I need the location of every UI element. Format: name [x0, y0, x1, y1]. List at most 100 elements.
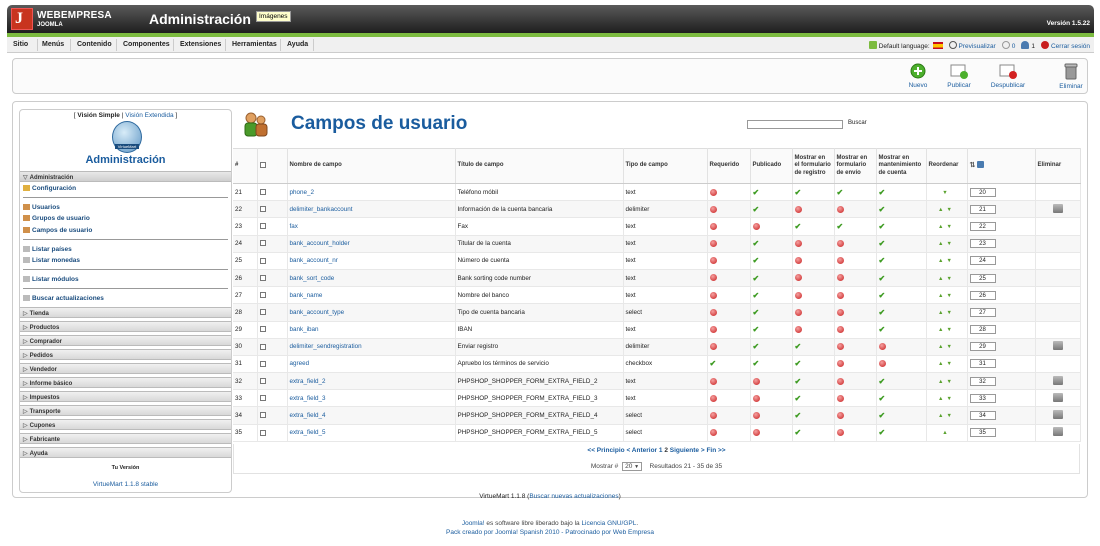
col-show-account[interactable]: Mostrar en mantenimiento de cuenta — [876, 148, 927, 184]
search-button[interactable]: Buscar — [848, 120, 867, 126]
menu-help[interactable]: Ayuda — [287, 41, 308, 48]
sidebar-section-vendor[interactable]: ▷ Vendedor — [20, 363, 231, 374]
account-toggle[interactable]: ✔ — [876, 235, 927, 253]
cross-icon[interactable] — [709, 205, 717, 213]
check-icon[interactable]: ✔ — [795, 411, 802, 420]
row-checkbox[interactable] — [259, 292, 266, 299]
account-toggle[interactable]: ✔ — [876, 217, 927, 236]
register-toggle[interactable]: ✔ — [792, 406, 835, 425]
shipping-toggle[interactable]: ✔ — [834, 183, 877, 202]
account-toggle[interactable]: ✔ — [876, 424, 927, 442]
next-page-link[interactable]: Siguiente > — [670, 447, 705, 454]
unpublish-button[interactable]: Despublicar — [988, 63, 1028, 91]
order-input[interactable]: 27 — [969, 307, 996, 317]
col-show-shipping[interactable]: Mostrar en formulario de envío — [834, 148, 877, 184]
cross-icon[interactable] — [709, 411, 717, 419]
sidebar-section-store[interactable]: ▷ Tienda — [20, 307, 231, 318]
published-toggle[interactable]: ✔ — [750, 338, 793, 356]
sidebar-item-users[interactable]: Usuarios — [23, 204, 60, 211]
check-icon[interactable]: ✔ — [710, 359, 717, 368]
sidebar-section-admin[interactable]: ▽ Administración — [20, 171, 231, 182]
trash-icon[interactable] — [1052, 410, 1063, 420]
limit-select[interactable]: 20 ▼ — [622, 462, 643, 471]
move-down-icon[interactable]: ▼ — [947, 413, 952, 419]
trash-icon[interactable] — [1052, 392, 1063, 402]
register-toggle[interactable] — [792, 269, 835, 288]
menu-components[interactable]: Componentes — [123, 41, 170, 48]
published-toggle[interactable]: ✔ — [750, 303, 793, 322]
move-down-icon[interactable]: ▼ — [947, 396, 952, 402]
shipping-toggle[interactable] — [834, 372, 877, 391]
check-icon[interactable]: ✔ — [879, 377, 886, 386]
cross-icon[interactable] — [836, 360, 844, 368]
sidebar-section-coupons[interactable]: ▷ Cupones — [20, 419, 231, 430]
field-name-link[interactable]: extra_field_3 — [290, 395, 326, 402]
col-field-type[interactable]: Tipo de campo — [623, 148, 708, 184]
shipping-toggle[interactable] — [834, 269, 877, 288]
shipping-toggle[interactable] — [834, 389, 877, 408]
sort-icon[interactable]: ⇅ — [970, 162, 976, 169]
check-icon[interactable]: ✔ — [795, 222, 802, 231]
sidebar-section-orders[interactable]: ▷ Pedidos — [20, 349, 231, 360]
shipping-toggle[interactable] — [834, 200, 877, 219]
move-down-icon[interactable]: ▼ — [947, 310, 952, 316]
publish-button[interactable]: Publicar — [939, 63, 979, 91]
cross-icon[interactable] — [709, 326, 717, 333]
trash-icon[interactable] — [1052, 375, 1063, 385]
cross-icon[interactable] — [794, 274, 802, 282]
check-icon[interactable]: ✔ — [879, 222, 886, 231]
required-toggle[interactable] — [707, 183, 751, 202]
spain-flag-icon[interactable] — [932, 41, 943, 49]
move-down-icon[interactable]: ▼ — [947, 224, 952, 230]
simple-view-link[interactable]: Visión Simple — [77, 112, 120, 119]
account-toggle[interactable]: ✔ — [876, 389, 927, 408]
cross-icon[interactable] — [836, 394, 844, 402]
last-page-link[interactable]: Fin >> — [706, 447, 725, 454]
move-up-icon[interactable]: ▲ — [938, 293, 943, 299]
order-input[interactable]: 23 — [969, 239, 996, 249]
cross-icon[interactable] — [752, 411, 760, 419]
order-input[interactable]: 24 — [969, 256, 996, 266]
cross-icon[interactable] — [836, 240, 844, 248]
row-checkbox[interactable] — [259, 395, 266, 402]
your-version-value[interactable]: VirtueMart 1.1.8 stable — [20, 481, 231, 488]
order-input[interactable]: 20 — [969, 187, 996, 197]
register-toggle[interactable]: ✔ — [792, 424, 835, 442]
required-toggle[interactable] — [707, 235, 751, 253]
check-icon[interactable]: ✔ — [753, 342, 760, 351]
cross-icon[interactable] — [709, 222, 717, 230]
check-icon[interactable]: ✔ — [837, 188, 844, 197]
account-toggle[interactable]: ✔ — [876, 286, 927, 305]
row-checkbox[interactable] — [259, 257, 266, 264]
row-checkbox[interactable] — [259, 377, 266, 384]
move-down-icon[interactable]: ▼ — [947, 361, 952, 367]
shipping-toggle[interactable] — [834, 424, 877, 442]
row-checkbox[interactable] — [259, 309, 266, 316]
check-icon[interactable]: ✔ — [879, 291, 886, 300]
order-input[interactable]: 31 — [969, 359, 996, 369]
order-input[interactable]: 21 — [969, 204, 996, 214]
required-toggle[interactable]: ✔ — [707, 355, 751, 374]
search-input[interactable] — [747, 120, 843, 129]
cross-icon[interactable] — [709, 343, 717, 351]
check-icon[interactable]: ✔ — [879, 394, 886, 403]
trash-icon[interactable] — [1052, 203, 1063, 213]
cross-icon[interactable] — [709, 188, 717, 196]
register-toggle[interactable]: ✔ — [792, 217, 835, 236]
published-toggle[interactable] — [750, 217, 793, 236]
account-toggle[interactable]: ✔ — [876, 269, 927, 288]
cross-icon[interactable] — [709, 274, 717, 282]
published-toggle[interactable] — [750, 406, 793, 425]
move-down-icon[interactable]: ▼ — [947, 344, 952, 350]
check-icon[interactable]: ✔ — [879, 188, 886, 197]
published-toggle[interactable]: ✔ — [750, 252, 793, 270]
sidebar-section-products[interactable]: ▷ Productos — [20, 321, 231, 332]
menu-extensions[interactable]: Extensiones — [180, 41, 221, 48]
register-toggle[interactable] — [792, 286, 835, 305]
prev-page-link[interactable]: < Anterior — [626, 447, 657, 454]
sidebar-item-user-fields[interactable]: Campos de usuario — [23, 227, 92, 234]
cross-icon[interactable] — [709, 429, 717, 437]
required-toggle[interactable] — [707, 217, 751, 236]
sidebar-item-user-groups[interactable]: Grupos de usuario — [23, 215, 90, 222]
check-icon[interactable]: ✔ — [795, 394, 802, 403]
